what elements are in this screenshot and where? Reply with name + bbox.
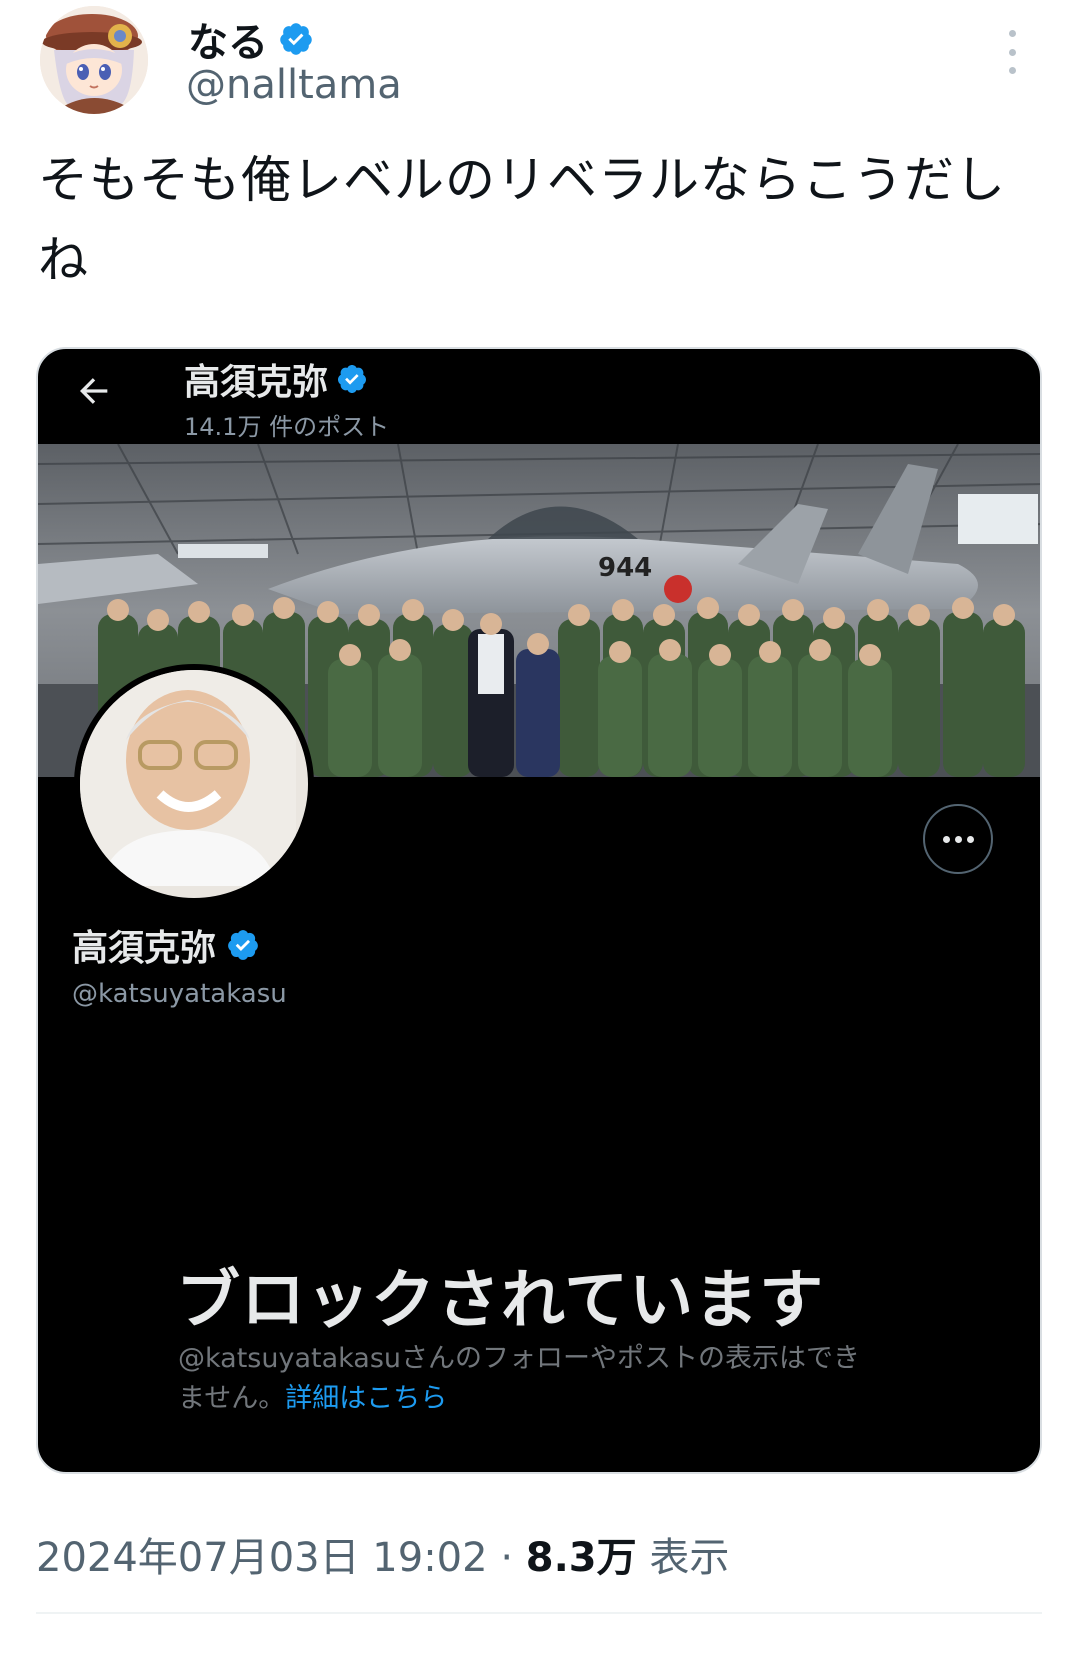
- author-handle[interactable]: @nalltama: [186, 62, 402, 108]
- embedded-post-count: 14.1万 件のポスト: [184, 413, 390, 441]
- verified-badge-icon: [338, 365, 367, 393]
- blocked-description-text: @katsuyatakasuさんのフォローやポストの表示はできません。: [178, 1343, 861, 1414]
- embedded-profile-name: 高須克弥: [72, 919, 260, 971]
- embedded-profile-handle: @katsuyatakasu: [72, 979, 287, 1009]
- back-arrow-icon: [80, 378, 108, 404]
- profile-avatar[interactable]: [74, 664, 314, 904]
- learn-more-link[interactable]: 詳細はこちら: [285, 1383, 447, 1414]
- banner-aircraft-number: 944: [598, 553, 652, 583]
- verified-badge-icon: [280, 23, 312, 55]
- meta-separator: ·: [500, 1535, 514, 1581]
- author-display-name[interactable]: なる: [188, 10, 314, 68]
- more-horizontal-icon: [942, 835, 950, 843]
- more-options-icon[interactable]: [1000, 30, 1024, 74]
- blocked-description: @katsuyatakasuさんのフォローやポストの表示はできません。詳細はこち…: [178, 1339, 878, 1419]
- tweet-text: そもそも俺レベルのリベラルならこうだしね: [38, 151, 1006, 289]
- embedded-top-name-text: 高須克弥: [184, 362, 329, 403]
- tweet-meta: 2024年07月03日 19:02 · 8.3万 表示: [36, 1525, 729, 1583]
- divider: [36, 1612, 1042, 1614]
- verified-badge-icon: [228, 930, 258, 960]
- profile-more-button[interactable]: [923, 804, 993, 874]
- views-count: 8.3万: [525, 1535, 637, 1581]
- author-avatar[interactable]: [40, 6, 148, 114]
- views-label: 表示: [649, 1535, 730, 1581]
- embedded-top-name: 高須克弥: [184, 353, 368, 405]
- embedded-profile-name-text: 高須克弥: [72, 928, 217, 969]
- embedded-image[interactable]: 高須克弥 14.1万 件のポスト 944 高須克弥 @katsuyatakasu…: [36, 347, 1042, 1474]
- author-name-text: なる: [188, 20, 268, 66]
- tweet-detail: なる @nalltama そもそも俺レベルのリベラルならこうだしね 高須克弥 1…: [0, 0, 1080, 1667]
- tweet-timestamp[interactable]: 2024年07月03日 19:02: [36, 1535, 488, 1581]
- blocked-title: ブロックされています: [176, 1264, 825, 1338]
